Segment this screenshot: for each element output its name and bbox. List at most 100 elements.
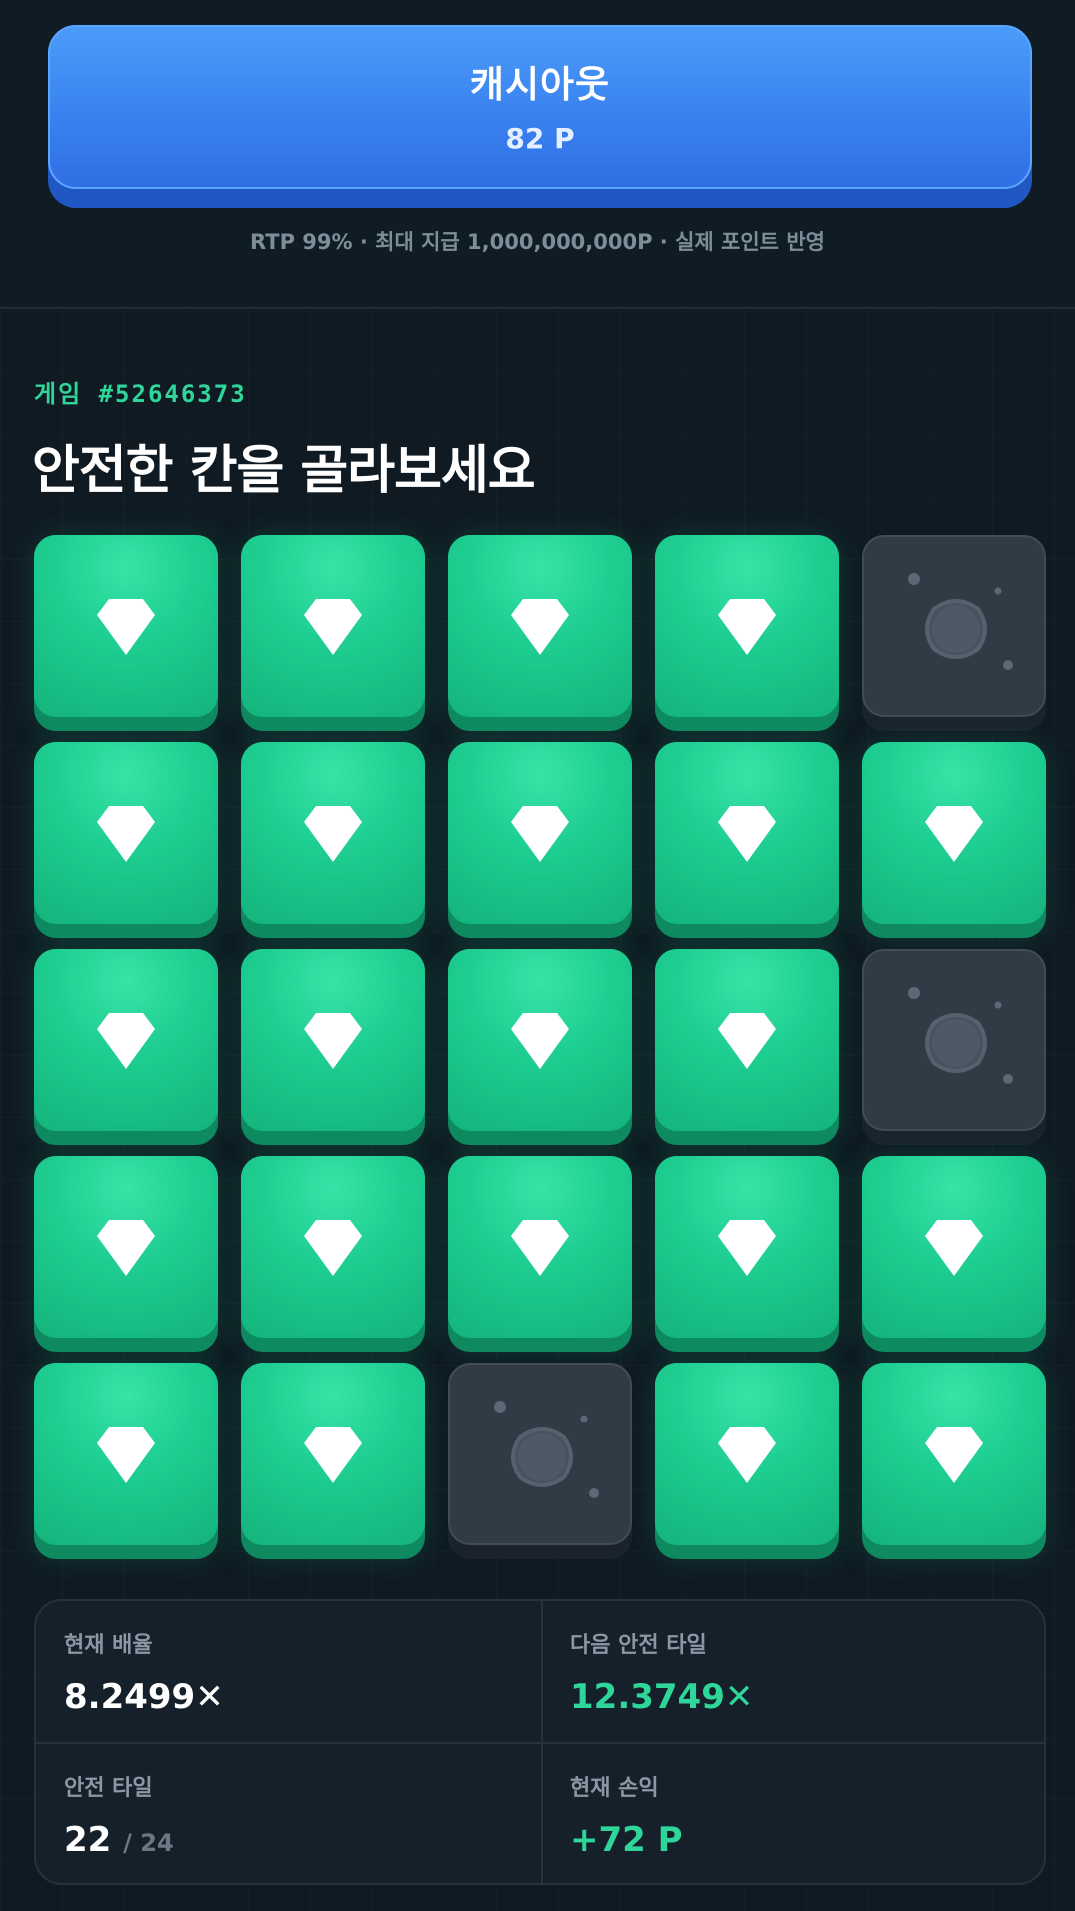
tile-face	[655, 949, 839, 1131]
stat-label: 안전 타일	[64, 1776, 153, 1801]
diamond-icon	[718, 1013, 776, 1069]
gem-tile-r5c5[interactable]	[862, 1363, 1046, 1559]
gem-tile-r5c2[interactable]	[241, 1363, 425, 1559]
diamond-icon	[718, 599, 776, 655]
diamond-icon	[304, 1013, 362, 1069]
gem-tile-r4c3[interactable]	[448, 1156, 632, 1352]
tile-face	[241, 535, 425, 717]
diamond-icon	[511, 1013, 569, 1069]
tile-face	[448, 535, 632, 717]
tile-face	[34, 1363, 218, 1545]
safe-tiles-value: 22 / 24	[64, 1820, 544, 1860]
current-multiplier-value: 8.2499✕	[64, 1677, 224, 1717]
gem-tile-r2c2[interactable]	[241, 742, 425, 938]
tile-face	[862, 1363, 1046, 1545]
tile-face	[448, 1156, 632, 1338]
tile-face	[241, 742, 425, 924]
gem-tile-r3c4[interactable]	[655, 949, 839, 1145]
tile-face	[655, 1156, 839, 1338]
stat-next-safe-tile: 다음 안전 타일 12.3749✕	[570, 1627, 1044, 1717]
tile-face	[34, 1156, 218, 1338]
mine-tile-r5c3[interactable]	[448, 1363, 632, 1559]
gem-tile-r3c3[interactable]	[448, 949, 632, 1145]
gem-tile-r3c1[interactable]	[34, 949, 218, 1145]
gem-tile-r5c1[interactable]	[34, 1363, 218, 1559]
stats-panel: 현재 배율 8.2499✕ 다음 안전 타일 12.3749✕ 안전 타일 22…	[34, 1599, 1046, 1885]
diamond-icon	[304, 806, 362, 862]
tile-face	[862, 1156, 1046, 1338]
cashout-button-wrapper: 캐시아웃 82 P	[48, 25, 1032, 208]
stat-label: 현재 손익	[570, 1776, 659, 1801]
tile-face	[448, 742, 632, 924]
diamond-icon	[304, 599, 362, 655]
diamond-icon	[925, 1427, 983, 1483]
cashout-label: 캐시아웃	[469, 62, 611, 106]
cashout-button[interactable]: 캐시아웃 82 P	[48, 25, 1032, 189]
diamond-icon	[925, 1220, 983, 1276]
tile-grid	[34, 535, 1046, 1559]
gem-tile-r1c3[interactable]	[448, 535, 632, 731]
stat-label: 다음 안전 타일	[570, 1633, 707, 1658]
diamond-icon	[97, 1427, 155, 1483]
current-profit-value: +72 P	[570, 1820, 683, 1860]
game-board-section: 게임 #52646373 안전한 칸을 골라보세요 현재 배율 8.2499✕ …	[0, 311, 1075, 1911]
game-id: 게임 #52646373	[34, 380, 247, 408]
tile-face	[655, 535, 839, 717]
diamond-icon	[718, 806, 776, 862]
gem-tile-r1c4[interactable]	[655, 535, 839, 731]
diamond-icon	[97, 599, 155, 655]
tile-face	[862, 949, 1046, 1131]
tile-face	[34, 535, 218, 717]
gem-tile-r2c1[interactable]	[34, 742, 218, 938]
gem-tile-r1c2[interactable]	[241, 535, 425, 731]
tile-face	[241, 1363, 425, 1545]
rtp-note: RTP 99% · 최대 지급 1,000,000,000P · 실제 포인트 …	[250, 230, 825, 254]
gem-tile-r5c4[interactable]	[655, 1363, 839, 1559]
cashout-section: 캐시아웃 82 P RTP 99% · 최대 지급 1,000,000,000P…	[0, 0, 1075, 309]
stat-label: 현재 배율	[64, 1633, 153, 1658]
gem-tile-r2c4[interactable]	[655, 742, 839, 938]
diamond-icon	[511, 1220, 569, 1276]
diamond-icon	[511, 599, 569, 655]
stat-current-multiplier: 현재 배율 8.2499✕	[64, 1627, 544, 1717]
stat-current-profit: 현재 손익 +72 P	[570, 1770, 1044, 1860]
game-title: 안전한 칸을 골라보세요	[32, 441, 536, 501]
gem-tile-r4c5[interactable]	[862, 1156, 1046, 1352]
gem-tile-r4c2[interactable]	[241, 1156, 425, 1352]
stats-divider-horizontal	[36, 1742, 1044, 1744]
gem-tile-r4c4[interactable]	[655, 1156, 839, 1352]
bomb-icon	[908, 573, 1013, 670]
stat-safe-tiles: 안전 타일 22 / 24	[64, 1770, 544, 1860]
mine-tile-r3c5[interactable]	[862, 949, 1046, 1145]
tile-face	[862, 742, 1046, 924]
diamond-icon	[304, 1427, 362, 1483]
mine-tile-r1c5[interactable]	[862, 535, 1046, 731]
gem-tile-r2c3[interactable]	[448, 742, 632, 938]
diamond-icon	[511, 806, 569, 862]
gem-tile-r1c1[interactable]	[34, 535, 218, 731]
safe-tiles-total: / 24	[123, 1829, 174, 1857]
tile-face	[655, 742, 839, 924]
diamond-icon	[304, 1220, 362, 1276]
safe-tiles-count: 22	[64, 1820, 112, 1860]
gem-tile-r3c2[interactable]	[241, 949, 425, 1145]
gem-tile-r2c5[interactable]	[862, 742, 1046, 938]
tile-face	[862, 535, 1046, 717]
diamond-icon	[97, 1220, 155, 1276]
cashout-amount: 82 P	[505, 121, 575, 155]
tile-face	[241, 1156, 425, 1338]
gem-tile-r4c1[interactable]	[34, 1156, 218, 1352]
diamond-icon	[718, 1427, 776, 1483]
tile-face	[655, 1363, 839, 1545]
bomb-icon	[494, 1401, 599, 1498]
diamond-icon	[718, 1220, 776, 1276]
diamond-icon	[97, 806, 155, 862]
diamond-icon	[925, 806, 983, 862]
tile-face	[241, 949, 425, 1131]
diamond-icon	[97, 1013, 155, 1069]
next-multiplier-value: 12.3749✕	[570, 1677, 754, 1717]
tile-face	[34, 742, 218, 924]
tile-face	[448, 949, 632, 1131]
bomb-icon	[908, 987, 1013, 1084]
tile-face	[448, 1363, 632, 1545]
